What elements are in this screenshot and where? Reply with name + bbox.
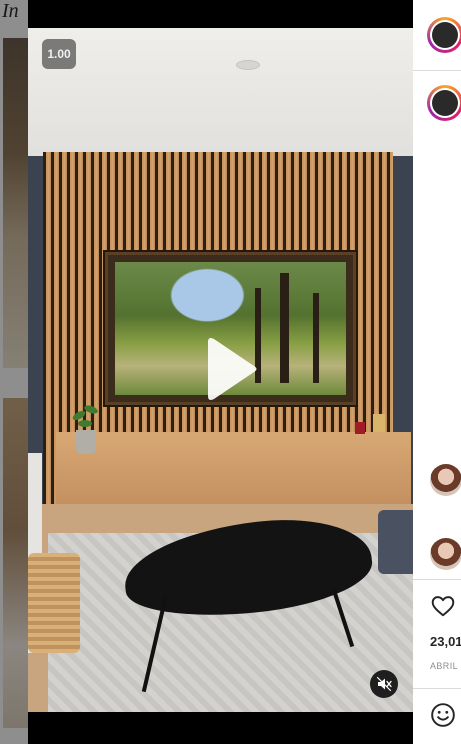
post-date[interactable]: ABRIL 2 <box>430 661 461 671</box>
speaker-muted-icon[interactable] <box>370 670 398 698</box>
reel-video-player[interactable]: 1.00 <box>28 0 413 744</box>
commenter-avatar[interactable] <box>430 538 461 570</box>
header-divider <box>413 70 461 71</box>
author-avatar[interactable] <box>427 17 461 53</box>
smiley-icon[interactable] <box>430 702 456 728</box>
post-side-panel: 23,01 ABRIL 2 <box>413 0 461 744</box>
commenter-avatar[interactable] <box>430 464 461 496</box>
comments-divider <box>413 579 461 580</box>
heart-icon[interactable] <box>430 593 456 619</box>
brand-logo-icon <box>432 22 458 48</box>
modal-backdrop[interactable] <box>0 0 28 744</box>
caption-author-avatar[interactable] <box>427 85 461 121</box>
brand-logo-icon <box>432 90 458 116</box>
likes-count[interactable]: 23,01 <box>430 634 461 649</box>
playback-speed-badge[interactable]: 1.00 <box>42 39 76 69</box>
actions-divider <box>413 688 461 689</box>
play-icon[interactable] <box>192 334 262 404</box>
